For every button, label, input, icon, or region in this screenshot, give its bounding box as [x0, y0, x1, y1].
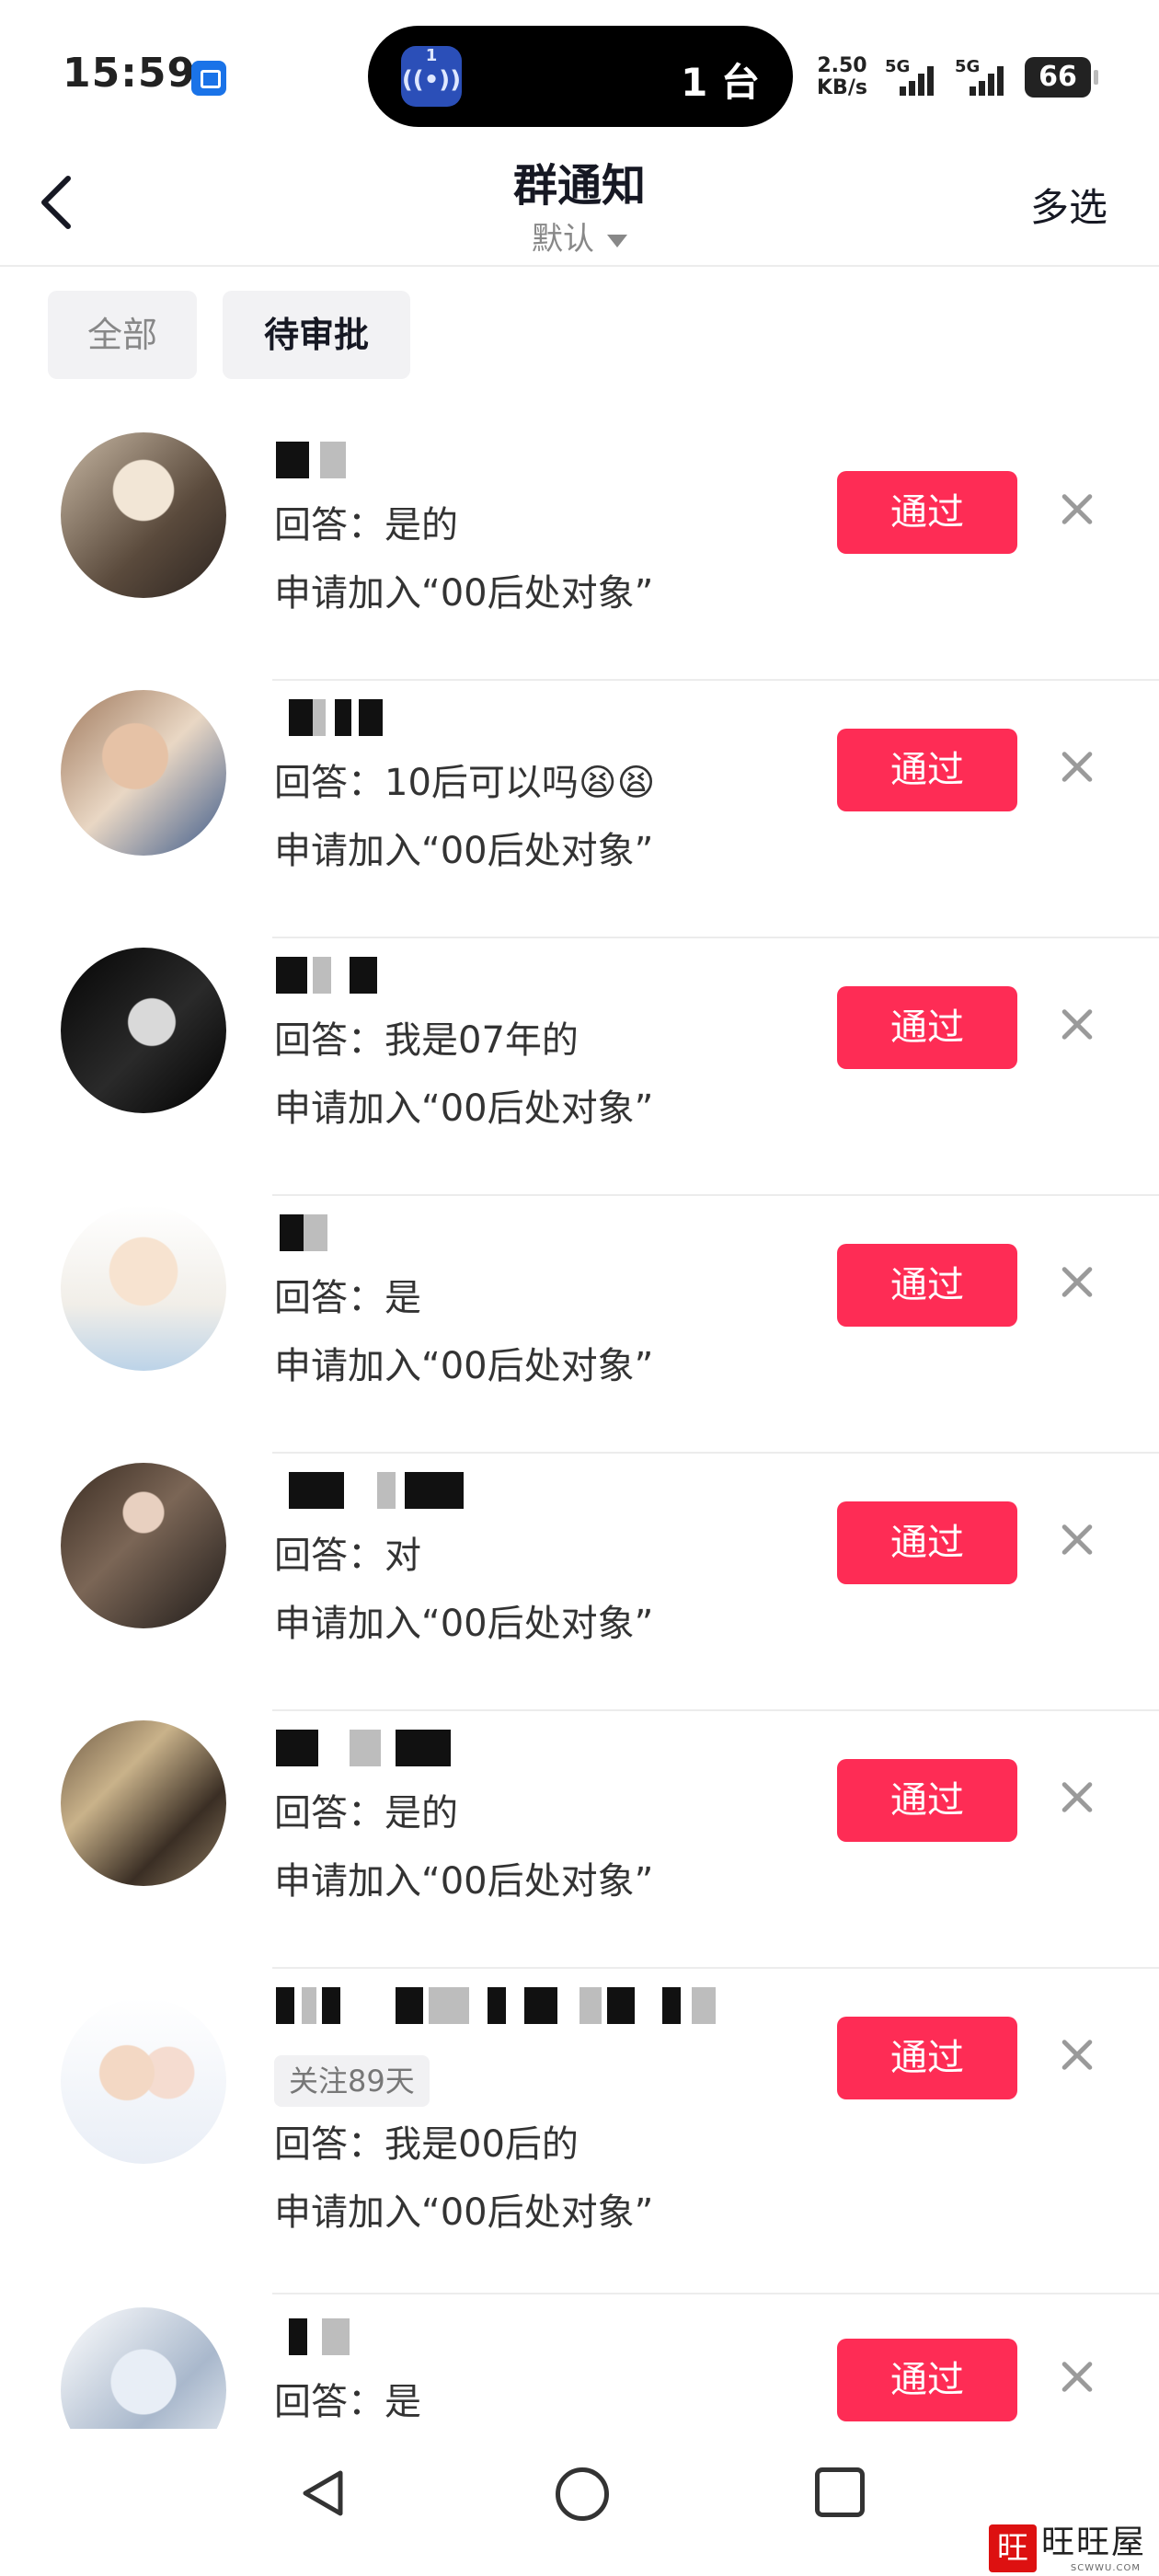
signal-2: 5G: [955, 57, 1014, 98]
apply-text: 申请加入“00后处对象”: [274, 1087, 654, 1130]
answer-text: 回答：我是07年的: [274, 1019, 579, 1062]
nav-home-icon[interactable]: [556, 2467, 609, 2521]
answer-text: 回答：是的: [274, 504, 458, 546]
avatar[interactable]: [61, 1998, 226, 2164]
approve-button[interactable]: 通过: [837, 1501, 1017, 1584]
tab-pending[interactable]: 待审批: [223, 291, 410, 379]
request-item[interactable]: 关注89天回答：我是00后的申请加入“00后处对象” 通过: [0, 1971, 1159, 2298]
close-icon[interactable]: [1054, 2032, 1100, 2078]
network-speed-value: 2.50: [817, 54, 867, 77]
divider: [272, 937, 1159, 938]
apply-text: 申请加入“00后处对象”: [274, 1603, 654, 1645]
avatar[interactable]: [61, 1205, 226, 1371]
watermark-sub: SCWWU.COM: [1070, 2563, 1141, 2573]
divider: [272, 2293, 1159, 2294]
follow-days-badge: 关注89天: [274, 2055, 430, 2107]
nav-back-icon[interactable]: [300, 2467, 346, 2519]
avatar[interactable]: [61, 1463, 226, 1628]
close-icon[interactable]: [1054, 1517, 1100, 1563]
approve-button[interactable]: 通过: [837, 729, 1017, 811]
broadcast-icon: 1 ((•)): [401, 46, 462, 107]
apply-text: 申请加入“00后处对象”: [274, 1345, 654, 1387]
header: 群通知 默认 多选: [0, 138, 1159, 267]
island-text: 1 台: [681, 60, 760, 105]
signal-bars-icon: [970, 64, 1006, 96]
approve-button[interactable]: 通过: [837, 1244, 1017, 1327]
close-icon[interactable]: [1054, 1002, 1100, 1048]
answer-text: 回答：10后可以吗😫😫: [274, 762, 656, 804]
dynamic-island[interactable]: 1 ((•)) 1 台: [368, 26, 793, 127]
island-badge: 1: [425, 46, 438, 65]
apply-text: 申请加入“00后处对象”: [274, 830, 654, 872]
network-speed: 2.50 KB/s: [817, 55, 867, 99]
multi-select-button[interactable]: 多选: [1030, 177, 1107, 233]
watermark: 旺 旺旺屋 SCWWU.COM: [988, 2524, 1146, 2573]
signal-1: 5G: [885, 57, 944, 98]
divider: [272, 1194, 1159, 1196]
apply-text: 申请加入“00后处对象”: [274, 2191, 654, 2234]
request-item[interactable]: 回答：我是07年的申请加入“00后处对象” 通过: [0, 940, 1159, 1198]
request-item[interactable]: 回答：是的申请加入“00后处对象” 通过: [0, 1713, 1159, 1971]
username-mosaic: [276, 2318, 736, 2355]
answer-text: 回答：是: [274, 2381, 421, 2423]
username-mosaic: [276, 1730, 736, 1766]
answer-text: 回答：是的: [274, 1792, 458, 1834]
answer-text: 回答：我是00后的: [274, 2123, 579, 2166]
nav-recent-icon[interactable]: [815, 2467, 865, 2517]
avatar[interactable]: [61, 2307, 226, 2429]
username-mosaic: [276, 1214, 736, 1251]
sort-dropdown[interactable]: 默认: [0, 213, 1159, 259]
close-icon[interactable]: [1054, 1259, 1100, 1305]
page-title: 群通知: [512, 160, 646, 212]
request-item[interactable]: 回答：10后可以吗😫😫 申请加入“00后处对象” 通过: [0, 683, 1159, 940]
sort-label: 默认: [532, 221, 594, 258]
nav-bar: 旺 旺旺屋 SCWWU.COM: [0, 2429, 1159, 2576]
close-icon[interactable]: [1054, 487, 1100, 533]
approve-button[interactable]: 通过: [837, 2339, 1017, 2421]
network-speed-unit: KB/s: [817, 76, 867, 99]
divider: [272, 1967, 1159, 1969]
username-mosaic: [276, 699, 736, 736]
approve-button[interactable]: 通过: [837, 2017, 1017, 2099]
divider: [272, 1452, 1159, 1454]
apply-text: 申请加入“00后处对象”: [274, 1860, 654, 1903]
request-item[interactable]: 回答：对申请加入“00后处对象” 通过: [0, 1455, 1159, 1713]
avatar[interactable]: [61, 1720, 226, 1886]
avatar[interactable]: [61, 948, 226, 1113]
request-item[interactable]: 回答：是 通过: [0, 2298, 1159, 2429]
username-mosaic: [276, 1472, 736, 1509]
username-mosaic: [276, 442, 736, 478]
status-bar: 15:59 1 ((•)) 1 台 2.50 KB/s 5G 5G 66: [0, 0, 1159, 138]
username-mosaic: [276, 1987, 736, 2024]
tab-all[interactable]: 全部: [48, 291, 197, 379]
signal-bars-icon: [900, 64, 936, 96]
battery-icon: 66: [1025, 57, 1098, 98]
avatar[interactable]: [61, 432, 226, 598]
approve-button[interactable]: 通过: [837, 986, 1017, 1069]
watermark-seal: 旺: [988, 2524, 1037, 2572]
close-icon[interactable]: [1054, 744, 1100, 790]
close-icon[interactable]: [1054, 1775, 1100, 1821]
screen-record-icon: [191, 61, 226, 96]
apply-text: 申请加入“00后处对象”: [274, 572, 654, 615]
status-time: 15:59: [63, 50, 197, 97]
username-mosaic: [276, 957, 736, 994]
request-item[interactable]: 回答：是申请加入“00后处对象” 通过: [0, 1198, 1159, 1455]
divider: [272, 679, 1159, 681]
answer-text: 回答：对: [274, 1535, 421, 1577]
answer-text: 回答：是: [274, 1277, 421, 1319]
caret-down-icon: [607, 234, 627, 247]
request-item[interactable]: 回答：是的申请加入“00后处对象” 通过: [0, 425, 1159, 683]
divider: [272, 1709, 1159, 1711]
watermark-text: 旺旺屋: [1040, 2524, 1146, 2561]
approve-button[interactable]: 通过: [837, 1759, 1017, 1842]
approve-button[interactable]: 通过: [837, 471, 1017, 554]
avatar[interactable]: [61, 690, 226, 856]
close-icon[interactable]: [1054, 2354, 1100, 2400]
